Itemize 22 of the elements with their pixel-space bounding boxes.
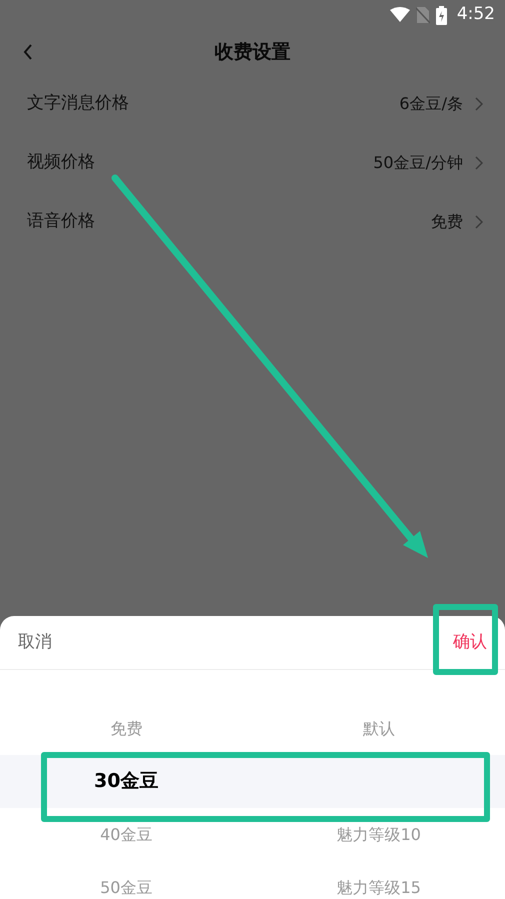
picker-option[interactable]: 免费 — [110, 716, 142, 740]
picker-option[interactable]: 50金豆 — [100, 876, 152, 899]
highlight-frame — [433, 604, 498, 675]
wifi-icon — [390, 7, 410, 23]
settings-row[interactable]: 文字消息价格 6金豆/条 — [0, 74, 505, 133]
back-icon[interactable] — [23, 44, 33, 60]
picker-option[interactable]: 魅力等级15 — [336, 876, 421, 899]
settings-row[interactable]: 视频价格 50金豆/分钟 — [0, 133, 505, 192]
cancel-button[interactable]: 取消 — [18, 630, 52, 656]
confirm-button[interactable]: 确认 — [453, 630, 487, 656]
picker-option[interactable]: 40金豆 — [100, 822, 152, 846]
no-sim-icon — [416, 6, 430, 24]
picker-option[interactable]: 30金豆 — [94, 767, 158, 796]
battery-charging-icon — [436, 6, 447, 24]
page-title: 收费设置 — [214, 40, 290, 65]
chevron-right-icon — [475, 156, 483, 170]
picker-option[interactable]: 默认 — [362, 716, 395, 740]
picker-option[interactable]: 魅力等级10 — [336, 822, 421, 846]
chevron-right-icon — [475, 96, 483, 110]
chevron-right-icon — [475, 214, 483, 228]
settings-row[interactable]: 语音价格 免费 — [0, 192, 505, 251]
clock-time: 4:52 — [456, 3, 495, 26]
